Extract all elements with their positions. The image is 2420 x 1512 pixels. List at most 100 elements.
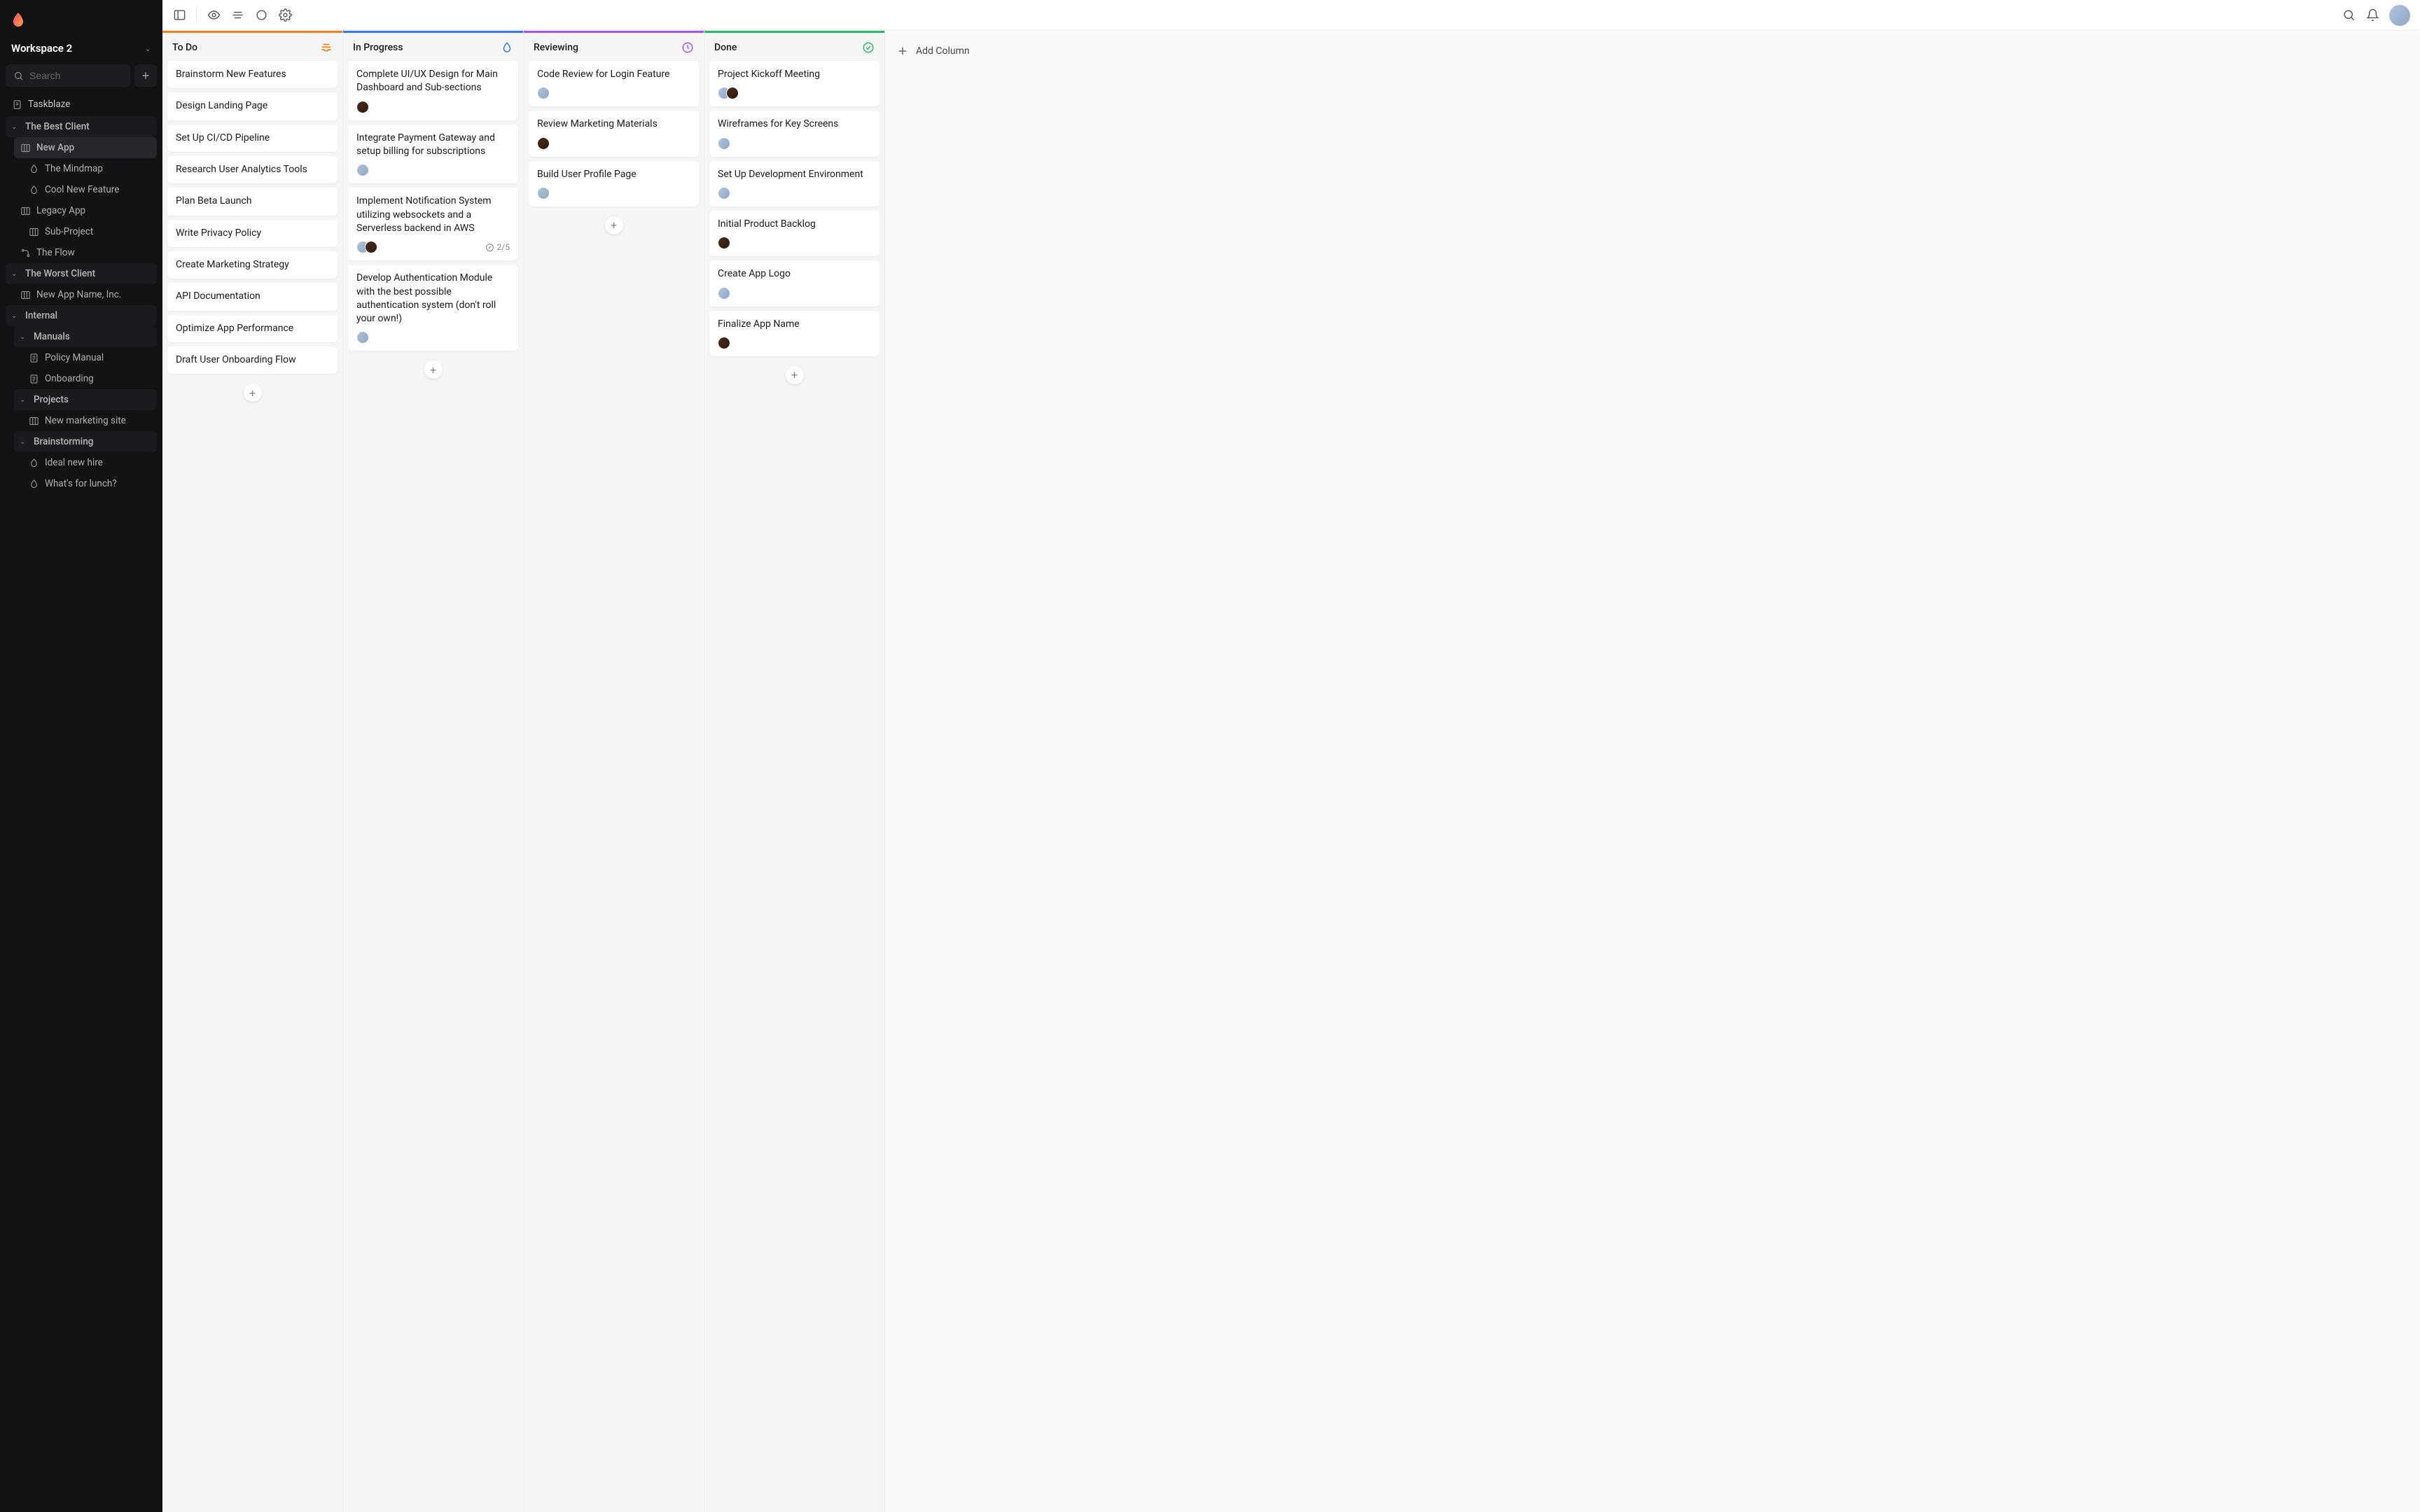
column-header: To Do — [162, 33, 342, 61]
sidebar-item-label: Sub-Project — [45, 226, 93, 237]
search-icon[interactable] — [2342, 8, 2356, 22]
column-cards: Complete UI/UX Design for Main Dashboard… — [343, 61, 523, 1512]
add-card-button[interactable]: + — [424, 360, 443, 379]
card-title: Set Up CI/CD Pipeline — [176, 132, 329, 145]
card[interactable]: Project Kickoff Meeting — [709, 61, 879, 106]
sidebar-item[interactable]: Cool New Feature — [22, 179, 157, 200]
column: Done Project Kickoff Meeting Wireframes fo… — [704, 31, 885, 1512]
sidebar-item-label: What's for lunch? — [45, 478, 117, 489]
sidebar-item[interactable]: New App Name, Inc. — [14, 284, 157, 305]
card[interactable]: Brainstorm New Features — [167, 61, 338, 88]
card[interactable]: Optimize App Performance — [167, 315, 338, 342]
card-title: Brainstorm New Features — [176, 68, 329, 81]
card[interactable]: Develop Authentication Module with the b… — [348, 265, 518, 351]
flame-icon — [28, 478, 39, 489]
card[interactable]: Finalize App Name — [709, 311, 879, 356]
card[interactable]: Code Review for Login Feature — [529, 61, 699, 106]
avatar — [718, 137, 730, 150]
card[interactable]: Research User Analytics Tools — [167, 156, 338, 183]
app-logo — [6, 7, 157, 35]
column-header: In Progress — [343, 33, 523, 61]
sidebar-item-label: The Worst Client — [25, 268, 95, 279]
check-icon — [862, 41, 875, 54]
card[interactable]: Create App Logo — [709, 260, 879, 306]
card-title: Wireframes for Key Screens — [718, 118, 871, 131]
add-button[interactable] — [134, 64, 157, 87]
card[interactable]: Set Up Development Environment — [709, 161, 879, 206]
card[interactable]: Draft User Onboarding Flow — [167, 346, 338, 374]
card-avatars — [356, 241, 377, 253]
card-avatars — [356, 331, 369, 344]
sidebar-item[interactable]: ⌄The Worst Client — [6, 263, 157, 284]
sidebar-item-label: New App — [36, 142, 74, 153]
user-avatar[interactable] — [2389, 5, 2410, 26]
bell-icon[interactable] — [2365, 8, 2379, 22]
card[interactable]: Complete UI/UX Design for Main Dashboard… — [348, 61, 518, 120]
avatar — [718, 237, 730, 249]
card[interactable]: Design Landing Page — [167, 92, 338, 120]
sidebar-item[interactable]: Policy Manual — [22, 347, 157, 368]
card-avatars — [537, 87, 550, 99]
column-cards: Code Review for Login Feature Review Mark… — [524, 61, 704, 1512]
card[interactable]: Implement Notification System utilizing … — [348, 188, 518, 260]
search-input[interactable] — [29, 70, 123, 81]
card-title: Finalize App Name — [718, 318, 871, 331]
stack-icon[interactable] — [230, 8, 244, 22]
flame-icon — [501, 41, 513, 54]
card[interactable]: Create Marketing Strategy — [167, 251, 338, 279]
sidebar-item[interactable]: ⌄The Best Client — [6, 116, 157, 137]
column-header: Done — [704, 33, 884, 61]
workspace-switcher[interactable]: Workspace 2 ⌄ — [6, 38, 157, 59]
card[interactable]: Build User Profile Page — [529, 161, 699, 206]
card[interactable]: Review Marketing Materials — [529, 111, 699, 156]
sidebar-item[interactable]: Ideal new hire — [22, 452, 157, 473]
add-card-button[interactable]: + — [605, 216, 623, 234]
card-avatars — [718, 87, 739, 99]
board-icon — [28, 226, 39, 237]
card[interactable]: Initial Product Backlog — [709, 211, 879, 256]
column-title: Done — [714, 42, 737, 53]
chevron-down-icon: ⌄ — [20, 438, 28, 446]
sidebar-item[interactable]: The Mindmap — [22, 158, 157, 179]
sidebar-item[interactable]: ⌄Manuals — [14, 326, 157, 347]
sidebar-item[interactable]: What's for lunch? — [22, 473, 157, 494]
sidebar-item-label: The Flow — [36, 247, 75, 258]
board-icon — [20, 289, 31, 300]
sidebar-item[interactable]: ⌄Internal — [6, 305, 157, 326]
flame-icon — [28, 457, 39, 468]
sidebar-item[interactable]: ⌄Projects — [14, 389, 157, 410]
toggle-sidebar-icon[interactable] — [172, 8, 186, 22]
card[interactable]: Plan Beta Launch — [167, 188, 338, 215]
eye-icon[interactable] — [207, 8, 221, 22]
card-title: Project Kickoff Meeting — [718, 68, 871, 81]
search-input-wrap[interactable] — [6, 64, 130, 87]
sidebar-item[interactable]: The Flow — [14, 242, 157, 263]
card[interactable]: Wireframes for Key Screens — [709, 111, 879, 156]
sidebar-item-label: Policy Manual — [45, 352, 104, 363]
sidebar-item-label: Internal — [25, 310, 57, 321]
sidebar-item[interactable]: New App — [14, 137, 157, 158]
card[interactable]: API Documentation — [167, 283, 338, 310]
card[interactable]: Write Privacy Policy — [167, 220, 338, 247]
gear-icon[interactable] — [278, 8, 292, 22]
sidebar-item[interactable]: Onboarding — [22, 368, 157, 389]
sidebar-item[interactable]: New marketing site — [22, 410, 157, 431]
sidebar-root[interactable]: Taskblaze — [6, 94, 157, 115]
add-column-button[interactable]: Add Column — [896, 42, 2409, 60]
card[interactable]: Set Up CI/CD Pipeline — [167, 125, 338, 152]
sidebar-item[interactable]: ⌄Brainstorming — [14, 431, 157, 452]
circle-icon[interactable] — [254, 8, 268, 22]
card-avatars — [718, 337, 730, 349]
card-title: Implement Notification System utilizing … — [356, 195, 510, 235]
sidebar-item[interactable]: Legacy App — [14, 200, 157, 221]
column-header: Reviewing — [524, 33, 704, 61]
card[interactable]: Integrate Payment Gateway and setup bill… — [348, 125, 518, 184]
add-card-button[interactable]: + — [244, 384, 262, 402]
add-card-button[interactable]: + — [786, 366, 804, 384]
sidebar-item-label: Cool New Feature — [45, 184, 119, 195]
avatar — [365, 241, 377, 253]
sidebar: Workspace 2 ⌄ Taskblaze ⌄The Best Client — [0, 0, 162, 1512]
sidebar-item[interactable]: Sub-Project — [22, 221, 157, 242]
column: In ProgressComplete UI/UX Design for Mai… — [343, 31, 524, 1512]
card-avatars — [537, 137, 550, 150]
